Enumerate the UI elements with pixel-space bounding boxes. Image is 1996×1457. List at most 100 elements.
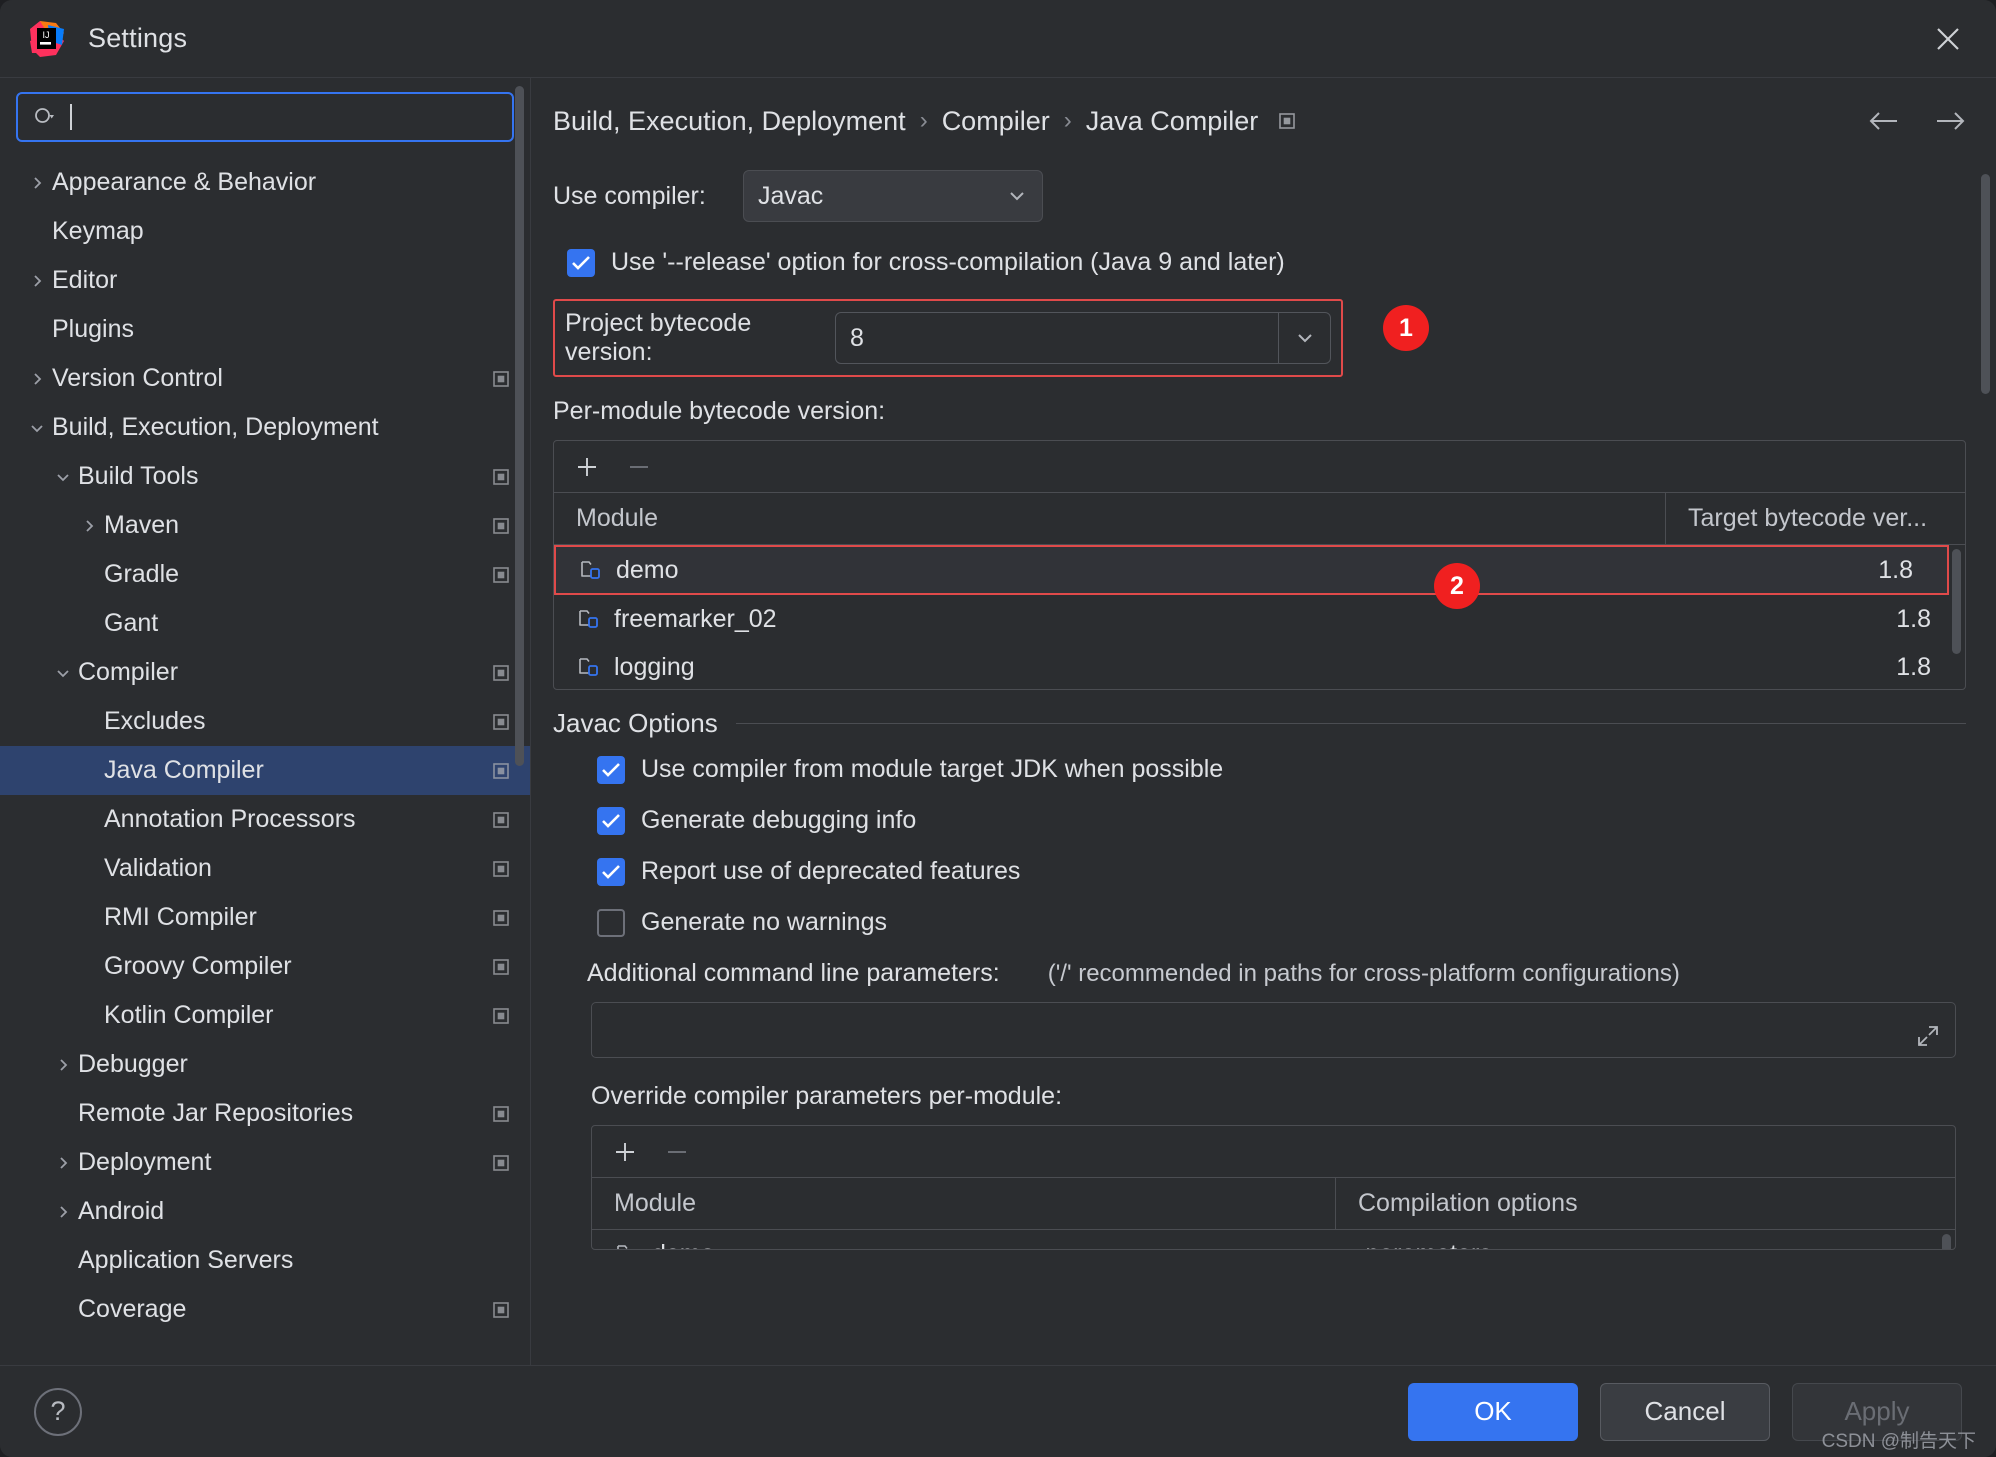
sidebar-item-label: Deployment — [78, 1148, 212, 1176]
annotation-badge-1: 1 — [1383, 305, 1429, 351]
chevron-right-icon[interactable] — [48, 1057, 78, 1073]
javac-options-checkboxes: Use compiler from module target JDK when… — [553, 755, 1966, 937]
javac-option-checkbox[interactable] — [597, 908, 625, 937]
javac-option-checkbox[interactable] — [597, 806, 625, 835]
project-bytecode-input[interactable]: 8 — [835, 312, 1331, 364]
sidebar-item-build-tools[interactable]: Build Tools — [0, 452, 530, 501]
content-scrollbar[interactable] — [1981, 174, 1990, 394]
sidebar-item-label: Appearance & Behavior — [52, 168, 317, 196]
sidebar-item-keymap[interactable]: Keymap — [0, 207, 530, 256]
javac-option-label: Generate no warnings — [641, 908, 887, 936]
sidebar-item-label: Maven — [104, 511, 180, 539]
release-option-checkbox[interactable] — [567, 248, 595, 277]
cancel-button[interactable]: Cancel — [1600, 1382, 1770, 1441]
sidebar-item-plugins[interactable]: Plugins — [0, 305, 530, 354]
override-label-row: Override compiler parameters per-module: — [553, 1082, 1966, 1111]
sidebar-item-appearance-behavior[interactable]: Appearance & Behavior — [0, 158, 530, 207]
svg-text:IJ: IJ — [42, 30, 49, 40]
project-scope-icon — [490, 711, 512, 733]
sidebar-item-kotlin-compiler[interactable]: Kotlin Compiler — [0, 991, 530, 1040]
table-row[interactable]: freemarker_02 1.8 — [554, 595, 1965, 643]
chevron-down-icon[interactable] — [1278, 313, 1330, 363]
search-input[interactable] — [16, 92, 514, 142]
table-row[interactable]: demo 1.8 — [554, 545, 1949, 595]
column-header-module[interactable]: Module — [554, 504, 1665, 533]
override-table-scrollbar[interactable] — [1942, 1234, 1951, 1249]
javac-option-row: Generate no warnings — [597, 908, 1966, 937]
module-name: logging — [614, 652, 695, 681]
sidebar-item-application-servers[interactable]: Application Servers — [0, 1236, 530, 1285]
help-button[interactable]: ? — [34, 1387, 82, 1436]
sidebar-item-deployment[interactable]: Deployment — [0, 1138, 530, 1187]
title-bar: IJ Settings — [0, 0, 1996, 78]
arrow-right-icon[interactable] — [1934, 108, 1966, 134]
chevron-right-icon[interactable] — [74, 518, 104, 534]
minus-icon[interactable] — [664, 1139, 690, 1165]
project-scope-icon — [490, 809, 512, 831]
sidebar-item-label: Version Control — [52, 364, 223, 392]
sidebar-item-maven[interactable]: Maven — [0, 501, 530, 550]
settings-dialog: IJ Settings Appearance & Behavior Keymap… — [0, 0, 1996, 1457]
table-row[interactable]: logging 1.8 — [554, 643, 1965, 689]
project-scope-icon — [490, 760, 512, 782]
module-table-scrollbar[interactable] — [1952, 549, 1961, 654]
sidebar-item-coverage[interactable]: Coverage — [0, 1285, 530, 1334]
dialog-body: Appearance & Behavior Keymap Editor Plugins… — [0, 78, 1996, 1365]
sidebar-item-excludes[interactable]: Excludes — [0, 697, 530, 746]
chevron-right-icon[interactable] — [22, 273, 52, 289]
chevron-right-icon[interactable] — [22, 175, 52, 191]
additional-params-input[interactable] — [591, 1002, 1956, 1058]
plus-icon[interactable] — [612, 1139, 638, 1165]
column-header-target-bytecode[interactable]: Target bytecode ver... — [1665, 493, 1965, 544]
override-params-label: Override compiler parameters per-module: — [591, 1082, 1063, 1110]
use-compiler-value: Javac — [758, 181, 824, 210]
sidebar-item-gradle[interactable]: Gradle — [0, 550, 530, 599]
sidebar-item-android[interactable]: Android — [0, 1187, 530, 1236]
use-compiler-select[interactable]: Javac — [743, 170, 1043, 222]
column-header-compilation-options[interactable]: Compilation options — [1335, 1178, 1955, 1229]
javac-option-checkbox[interactable] — [597, 755, 625, 784]
breadcrumb-separator: › — [1063, 107, 1072, 134]
sidebar-item-version-control[interactable]: Version Control — [0, 354, 530, 403]
sidebar-item-label: Android — [78, 1197, 165, 1225]
javac-option-checkbox[interactable] — [597, 857, 625, 886]
sidebar-item-label: Remote Jar Repositories — [78, 1099, 354, 1127]
sidebar-item-rmi-compiler[interactable]: RMI Compiler — [0, 893, 530, 942]
close-icon[interactable] — [1926, 17, 1970, 61]
module-table-body: demo1.8freemarker_021.8logging1.8mybatis… — [554, 545, 1965, 689]
sidebar-item-groovy-compiler[interactable]: Groovy Compiler — [0, 942, 530, 991]
ok-button[interactable]: OK — [1408, 1382, 1578, 1441]
sidebar-item-label: Groovy Compiler — [104, 952, 292, 980]
additional-params-row: Additional command line parameters: ('/'… — [553, 959, 1966, 988]
sidebar-item-debugger[interactable]: Debugger — [0, 1040, 530, 1089]
project-scope-icon — [490, 1152, 512, 1174]
chevron-right-icon[interactable] — [48, 1155, 78, 1171]
chevron-right-icon[interactable] — [22, 371, 52, 387]
search-area — [0, 78, 530, 152]
breadcrumb-item-0[interactable]: Build, Execution, Deployment — [553, 106, 906, 137]
sidebar-item-compiler[interactable]: Compiler — [0, 648, 530, 697]
chevron-down-icon[interactable] — [22, 420, 52, 436]
chevron-down-icon[interactable] — [48, 469, 78, 485]
project-scope-icon — [1276, 110, 1298, 132]
plus-icon[interactable] — [574, 454, 600, 480]
sidebar-item-remote-jar-repositories[interactable]: Remote Jar Repositories — [0, 1089, 530, 1138]
chevron-down-icon[interactable] — [48, 665, 78, 681]
chevron-right-icon[interactable] — [48, 1204, 78, 1220]
table-row[interactable]: demo -parameters — [592, 1230, 1955, 1249]
release-option-row: Use '--release' option for cross-compila… — [553, 248, 1966, 277]
sidebar-item-validation[interactable]: Validation — [0, 844, 530, 893]
minus-icon[interactable] — [626, 454, 652, 480]
breadcrumb-item-1[interactable]: Compiler — [942, 106, 1050, 137]
sidebar-item-gant[interactable]: Gant — [0, 599, 530, 648]
sidebar-item-label: Debugger — [78, 1050, 188, 1078]
sidebar-item-java-compiler[interactable]: Java Compiler — [0, 746, 530, 795]
column-header-module[interactable]: Module — [592, 1189, 1335, 1218]
sidebar-item-editor[interactable]: Editor — [0, 256, 530, 305]
breadcrumb-separator: › — [919, 107, 928, 134]
sidebar-scrollbar[interactable] — [515, 86, 524, 766]
sidebar-item-build-execution-deployment[interactable]: Build, Execution, Deployment — [0, 403, 530, 452]
expand-icon[interactable] — [1915, 1023, 1941, 1049]
arrow-left-icon[interactable] — [1868, 108, 1900, 134]
sidebar-item-annotation-processors[interactable]: Annotation Processors — [0, 795, 530, 844]
